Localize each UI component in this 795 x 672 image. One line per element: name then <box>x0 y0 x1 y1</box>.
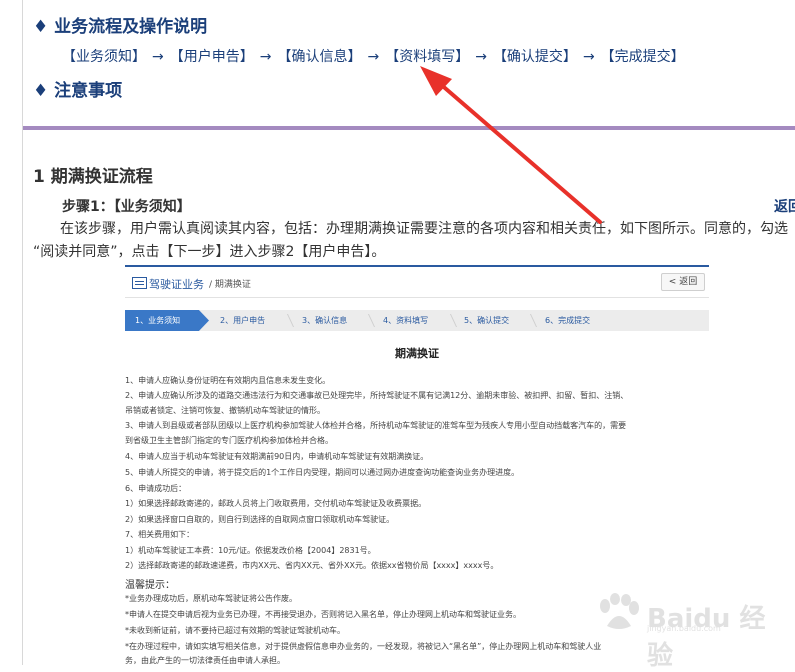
document-icon <box>132 277 147 289</box>
rule-line: 1）如果选择邮政寄递的，邮政人员将上门收取费用，交付机动车驾驶证及收费票据。 <box>125 499 427 508</box>
flow-step-confirm-submit[interactable]: 【确认提交】 <box>493 49 577 65</box>
wizard-step-5: 5、确认提交 <box>464 316 510 325</box>
flow-steps: 【业务须知】 → 【用户申告】 → 【确认信息】 → 【资料填写】 → 【确认提交】 → 【完成提交… <box>62 46 685 66</box>
section-divider <box>23 126 795 130</box>
tip-line: *业务办理成功后，原机动车驾驶证将公告作废。 <box>125 594 297 603</box>
rule-line: 6、申请成功后： <box>125 484 187 493</box>
paw-logo-icon <box>600 593 639 629</box>
breadcrumb-sub: / 期满换证 <box>209 280 251 290</box>
rule-line: 2、申请人应确认所涉及的道路交通违法行为和交通事故已处理完毕，所持驾驶证不属有记… <box>125 391 629 400</box>
heading-notes: ♦ 注意事项 <box>33 81 123 101</box>
rule-line: 吊销或者锁定、注销可恢复、撤销机动车驾驶证的情形。 <box>125 406 325 415</box>
section-title: 1 期满换证流程 <box>33 167 153 187</box>
flow-step-notice[interactable]: 【业务须知】 <box>62 49 146 65</box>
wizard-step-6: 6、完成提交 <box>545 316 591 325</box>
heading-business-flow: ♦ 业务流程及操作说明 <box>33 17 208 37</box>
rule-line: 1、申请人应确认身份证明在有效期内且信息未发生变化。 <box>125 376 331 385</box>
tips-title: 温馨提示： <box>125 580 175 591</box>
screenshot-title: 期满换证 <box>395 347 439 360</box>
back-link[interactable]: 返回 <box>774 196 795 216</box>
rule-line: 4、申请人应当于机动车驾驶证有效期满前90日内，申请机动车驾驶证有效期满换证。 <box>125 452 429 461</box>
breadcrumb-main[interactable]: 驾驶证业务 <box>149 276 204 292</box>
content-left-border <box>22 0 23 665</box>
screenshot-back-button[interactable]: < 返回 <box>661 273 705 291</box>
wizard-steps: 1、业务须知 2、用户申告 3、确认信息 4、资料填写 5、确认提交 6、完成提… <box>125 310 709 331</box>
flow-step-declare[interactable]: 【用户申告】 <box>170 49 254 65</box>
wizard-step-separator <box>441 314 458 327</box>
rule-line: 到省级卫生主管部门指定的专门医疗机构参加体检并合格。 <box>125 436 333 445</box>
step1-title: 步骤1：【业务须知】 <box>62 199 191 215</box>
rule-line: 3、申请人到县级或者部队团级以上医疗机构参加驾驶人体检并合格，所持机动车驾驶证的… <box>125 421 627 430</box>
wizard-step-separator <box>359 314 376 327</box>
tip-line: *在办理过程中，请如实填写相关信息，对于提供虚假信息申办业务的，一经发现，将被记… <box>125 642 602 651</box>
flow-step-complete[interactable]: 【完成提交】 <box>601 49 685 65</box>
flow-step-fill-data[interactable]: 【资料填写】 <box>385 49 469 65</box>
wizard-step-2: 2、用户申告 <box>220 316 266 325</box>
baidu-watermark: Baidu 经验 jingyan.baidu.com <box>595 592 780 671</box>
tip-line: *未收到新证前，请不要持已超过有效期的驾驶证驾驶机动车。 <box>125 626 345 635</box>
flow-arrow: → <box>475 49 487 65</box>
flow-step-confirm-info[interactable]: 【确认信息】 <box>277 49 361 65</box>
tip-line: 务，由此产生的一切法律责任由申请人承担。 <box>125 656 285 665</box>
flow-arrow: → <box>367 49 380 65</box>
rule-line: 7、相关费用如下： <box>125 530 195 539</box>
rule-line: 2）如果选择窗口自取的，则自行到选择的自取网点窗口领取机动车驾驶证。 <box>125 515 395 524</box>
rule-line: 2）选择邮政寄递的邮政速递费，市内XX元、省内XX元、省外XX元。依据xx省物价… <box>125 561 499 570</box>
flow-arrow: → <box>152 49 164 65</box>
wizard-step-separator <box>521 314 538 327</box>
watermark-text: Baidu 经验 <box>647 604 766 671</box>
tip-line: *申请人在提交申请后视为业务已办理，不再接受退办，否则将记入黑名单，停止办理网上… <box>125 610 521 619</box>
instruction-line-1: 在该步骤，用户需认真阅读其内容，包括：办理期满换证需要注意的各项内容和相关责任，… <box>60 221 788 237</box>
wizard-step-1: 1、业务须知 <box>125 310 209 331</box>
watermark-subtext: jingyan.baidu.com <box>647 624 721 633</box>
flow-arrow: → <box>259 49 272 65</box>
wizard-step-3: 3、确认信息 <box>302 316 348 325</box>
rule-line: 5、申请人所提交的申请，将于提交后的1个工作日内受理，期间可以通过网办进度查询功… <box>125 468 520 477</box>
wizard-step-4: 4、资料填写 <box>383 316 429 325</box>
flow-arrow: → <box>582 49 595 65</box>
rule-line: 1）机动车驾驶证工本费：10元/证。依据发改价格【2004】2831号。 <box>125 546 376 555</box>
wizard-step-separator <box>278 314 295 327</box>
instruction-line-2: “阅读并同意”，点击【下一步】进入步骤2【用户申告】。 <box>33 244 386 260</box>
screenshot-header: 驾驶证业务 / 期满换证 < 返回 <box>125 267 709 298</box>
